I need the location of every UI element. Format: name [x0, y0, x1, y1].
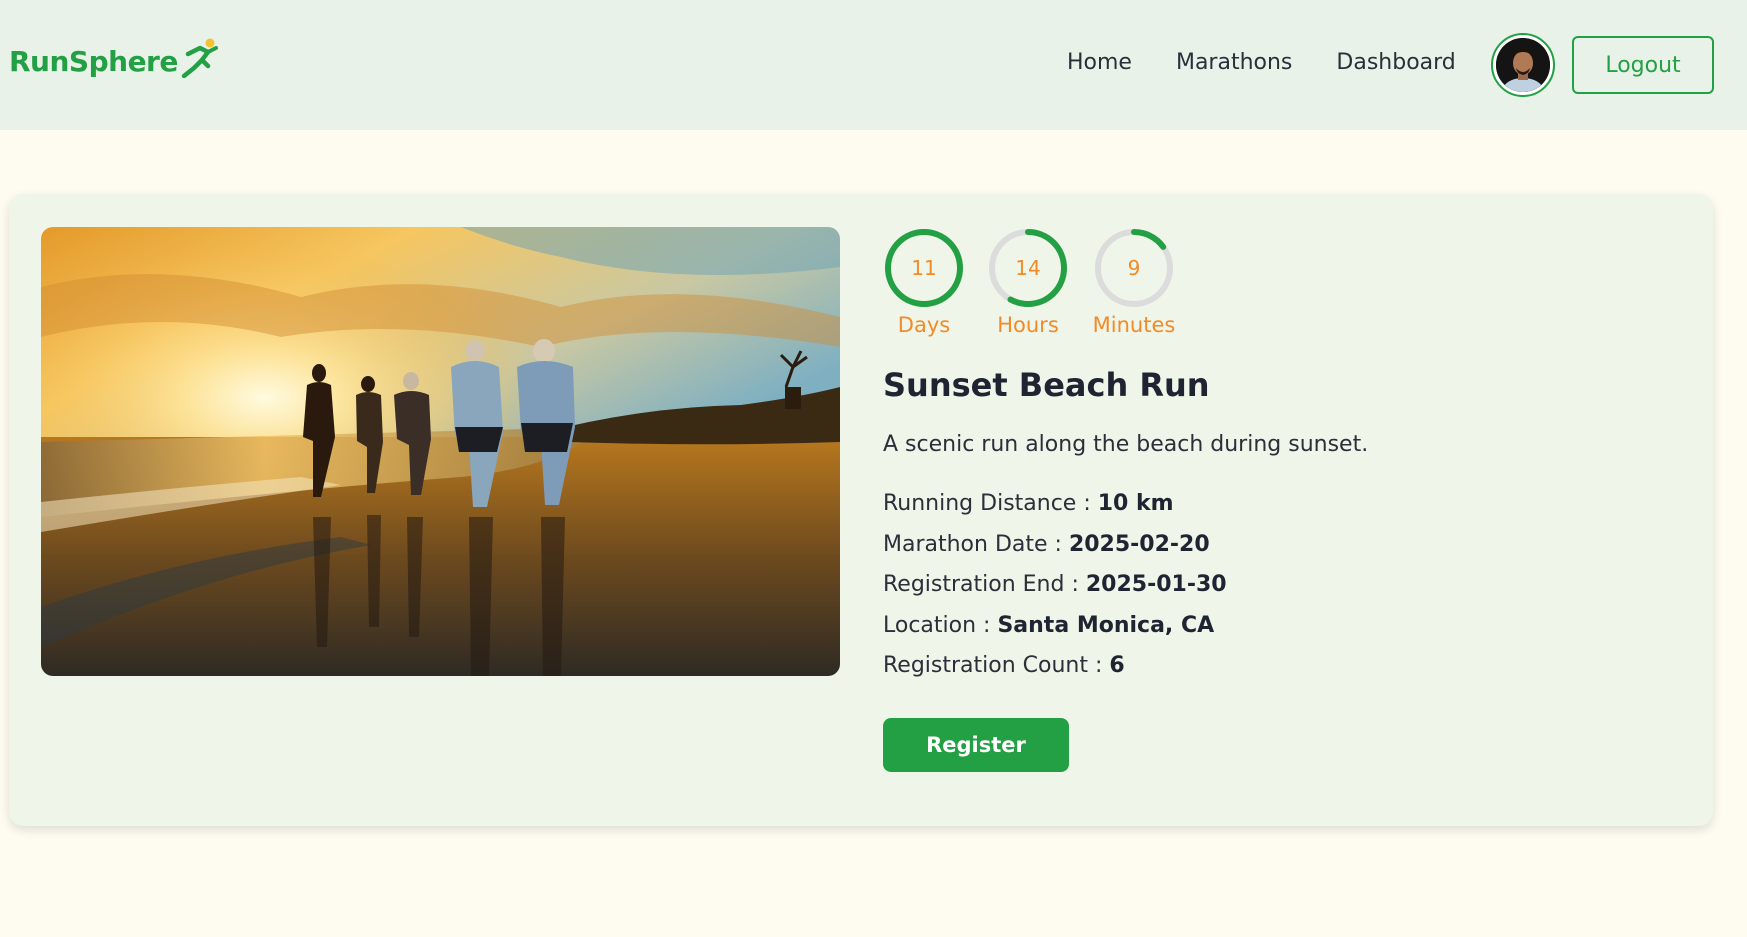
countdown-minutes: 9 Minutes: [1091, 227, 1177, 337]
info-registration-count: Registration Count : 6: [883, 649, 1683, 690]
info-value: 6: [1109, 653, 1125, 678]
info-label: Registration End :: [883, 572, 1086, 597]
event-card: 11 Days 14 Hours 9 Minutes Sunset Beach …: [9, 194, 1713, 826]
nav-links: Home Marathons Dashboard: [1067, 50, 1456, 75]
runner-icon: [181, 38, 218, 78]
event-details: 11 Days 14 Hours 9 Minutes Sunset Beach …: [883, 227, 1683, 772]
event-description: A scenic run along the beach during suns…: [883, 432, 1369, 457]
info-marathon-date: Marathon Date : 2025-02-20: [883, 528, 1683, 569]
event-info-list: Running Distance : 10 km Marathon Date :…: [883, 487, 1683, 690]
info-label: Marathon Date :: [883, 531, 1069, 557]
countdown: 11 Days 14 Hours 9 Minutes: [883, 227, 1683, 337]
hours-label: Hours: [997, 313, 1059, 337]
minutes-value: 9: [1127, 256, 1141, 280]
info-value: 2025-02-20: [1068, 531, 1210, 557]
days-label: Days: [897, 313, 951, 337]
info-running-distance: Running Distance : 10 km: [883, 487, 1683, 528]
avatar-image: [1496, 38, 1550, 92]
info-label: Running Distance :: [883, 491, 1098, 516]
register-button[interactable]: Register: [883, 717, 1069, 772]
info-label: Location :: [883, 612, 998, 638]
minutes-label: Minutes: [1092, 313, 1176, 337]
brand-name: RunSphere: [9, 44, 178, 78]
user-avatar[interactable]: [1491, 33, 1555, 97]
info-value: 2025-01-30: [1085, 572, 1227, 597]
nav-link-home[interactable]: Home: [1067, 50, 1132, 75]
info-location: Location : Santa Monica, CA: [883, 609, 1683, 650]
event-title: Sunset Beach Run: [883, 366, 1210, 404]
brand-logo[interactable]: RunSphere: [9, 38, 220, 78]
nav-link-marathons[interactable]: Marathons: [1176, 50, 1292, 75]
navbar: RunSphere Home Marathons Dashboard Logou…: [0, 0, 1747, 130]
countdown-days: 11 Days: [883, 227, 965, 337]
info-label: Registration Count :: [883, 653, 1110, 678]
countdown-hours: 14 Hours: [987, 227, 1069, 337]
event-photo: [41, 227, 840, 676]
nav-link-dashboard[interactable]: Dashboard: [1336, 50, 1455, 75]
logout-button[interactable]: Logout: [1572, 36, 1714, 94]
info-value: Santa Monica, CA: [997, 612, 1215, 638]
hours-value: 14: [1015, 256, 1041, 280]
info-registration-end: Registration End : 2025-01-30: [883, 568, 1683, 609]
days-value: 11: [911, 256, 937, 280]
info-value: 10 km: [1097, 491, 1174, 516]
